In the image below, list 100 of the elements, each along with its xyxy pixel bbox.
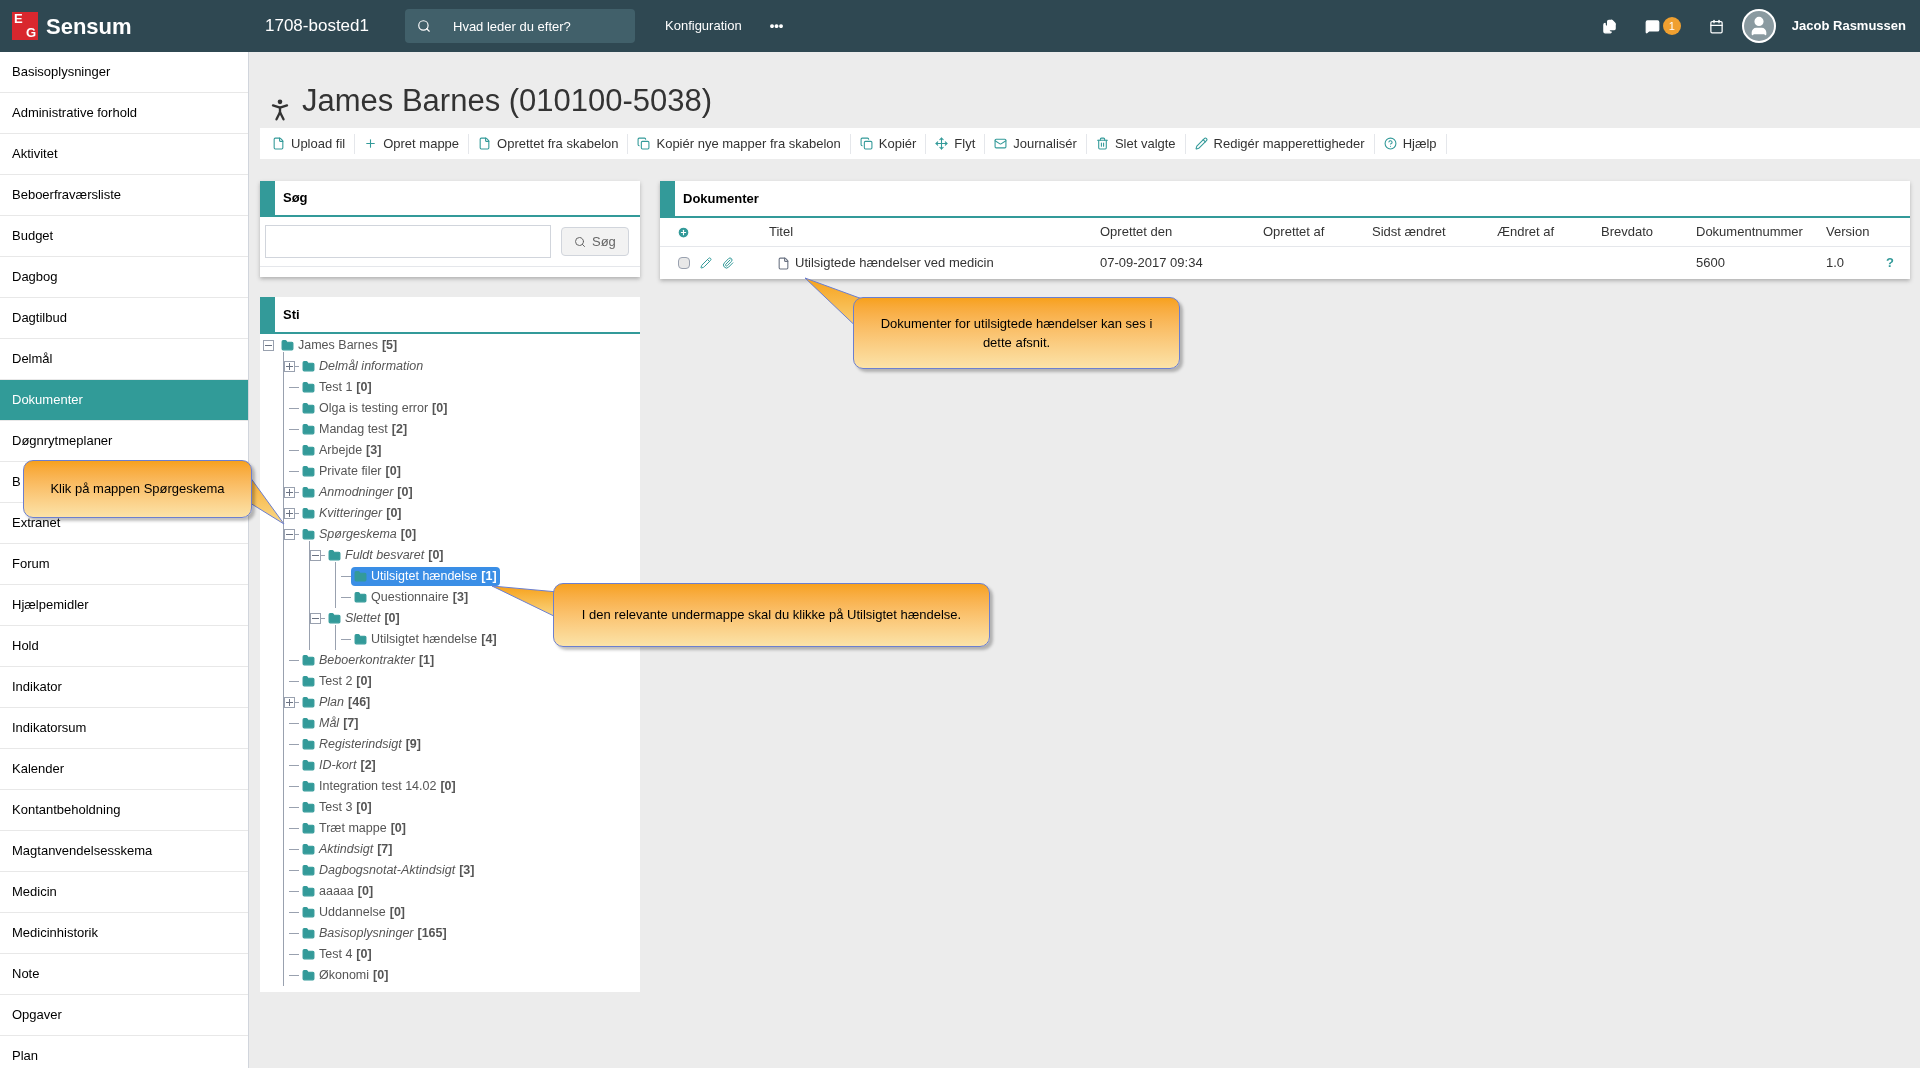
calendar-icon[interactable] [1708,18,1724,34]
tree-item[interactable]: Utilsigtet hændelse [4] [351,630,500,649]
toolbar-button[interactable]: Hjælp [1374,133,1447,154]
toolbar-button[interactable]: Oprettet fra skabelon [469,133,629,154]
panel-title: Søg [283,189,308,208]
column-header[interactable]: Ændret af [1497,222,1601,242]
sidebar-item[interactable]: Medicinhistorik [0,913,248,954]
user-name[interactable]: Jacob Rasmussen [1791,16,1906,36]
tree-item[interactable]: Test 4 [0] [299,945,375,964]
sidebar-item[interactable]: Magtanvendelsesskema [0,831,248,872]
tree-item[interactable]: Test 3 [0] [299,798,375,817]
toolbar-button[interactable]: Kopiér [850,133,927,154]
tree-item[interactable]: Slettet [0] [325,609,403,628]
tree-item[interactable]: Delmål information [299,357,427,376]
more-menu[interactable]: ••• [769,16,784,36]
tree-item[interactable]: Mål [7] [299,714,362,733]
tree-item[interactable]: Aktindsigt [7] [299,840,396,859]
toolbar-button[interactable]: Flyt [926,133,986,154]
avatar[interactable] [1741,9,1776,43]
tree-item[interactable]: Basisoplysninger [165] [299,924,450,943]
menu-link[interactable]: Konfiguration [665,16,742,36]
collapse-icon[interactable] [284,529,295,540]
search-icon [417,19,431,33]
expand-icon[interactable] [284,361,295,372]
document-icon[interactable] [1601,18,1617,34]
expand-icon[interactable] [284,508,295,519]
sidebar-item[interactable]: Aktivitet [0,134,248,175]
toolbar-button[interactable]: Kopiér nye mapper fra skabelon [628,133,851,154]
column-header[interactable]: Dokumentnummer [1696,222,1826,242]
sidebar-item[interactable]: Kalender [0,749,248,790]
folder-icon [302,843,315,856]
column-header[interactable]: Version [1826,222,1910,242]
help-link[interactable]: ? [1886,253,1910,273]
search-field[interactable]: Hvad leder du efter? [405,9,635,43]
sidebar-item[interactable]: Indikator [0,667,248,708]
sidebar-item[interactable]: Indikatorsum [0,708,248,749]
tree-item[interactable]: Fuldt besvaret [0] [325,546,447,565]
chat-icon[interactable] [1644,18,1660,34]
tree-item[interactable]: Træt mappe [0] [299,819,409,838]
tree-item[interactable]: Plan [46] [299,693,374,712]
add-icon[interactable] [677,225,690,239]
sidebar-item[interactable]: Hold [0,626,248,667]
sidebar-item[interactable]: Administrative forhold [0,93,248,134]
tree-item[interactable]: Arbejde [3] [299,441,385,460]
tree-item[interactable]: Integration test 14.02 [0] [299,777,459,796]
tree-item[interactable]: Økonomi [0] [299,966,392,985]
tree-item[interactable]: Uddannelse [0] [299,903,408,922]
sidebar-item[interactable]: Medicin [0,872,248,913]
tree-item[interactable]: Spørgeskema [0] [299,525,420,544]
expand-icon[interactable] [284,487,295,498]
tree-item[interactable]: Test 1 [0] [299,378,375,397]
search-button[interactable]: Søg [561,227,629,256]
tree-item[interactable]: Private filer [0] [299,462,404,481]
tree-item[interactable]: Mandag test [2] [299,420,411,439]
toolbar-button[interactable]: Opret mappe [355,133,470,154]
tree-item[interactable]: Beboerkontrakter [1] [299,651,438,670]
column-header[interactable]: Oprettet den [1100,222,1263,242]
collapse-icon[interactable] [310,550,321,561]
location-label[interactable]: 1708-bosted1 [265,13,405,39]
column-header[interactable]: Titel [769,222,1100,242]
tree-item[interactable]: Questionnaire [3] [351,588,472,607]
collapse-icon[interactable] [263,340,274,351]
sidebar-item[interactable]: Note [0,954,248,995]
tree-item[interactable]: Test 2 [0] [299,672,375,691]
search-input[interactable] [265,225,551,258]
column-header[interactable]: Oprettet af [1263,222,1372,242]
expand-icon[interactable] [284,697,295,708]
toolbar-button[interactable]: Slet valgte [1086,133,1186,154]
paperclip-icon[interactable] [722,257,734,269]
toolbar-button[interactable]: Journalisér [985,133,1087,154]
tree-item[interactable]: Olga is testing error [0] [299,399,451,418]
toolbar-button[interactable]: Upload fil [263,133,356,154]
column-header[interactable]: Sidst ændret [1372,222,1497,242]
sidebar-item[interactable]: Dagbog [0,257,248,298]
tree-item[interactable]: Anmodninger [0] [299,483,416,502]
folder-icon [354,591,367,604]
tree-item[interactable]: Registerindsigt [9] [299,735,424,754]
toolbar-button[interactable]: Redigér mapperettigheder [1185,133,1375,154]
row-checkbox[interactable] [678,257,690,269]
document-link[interactable]: Utilsigtede hændelser ved medicin [795,253,994,273]
sidebar-item[interactable]: Basisoplysninger [0,52,248,93]
folder-icon [302,507,315,520]
column-header[interactable]: Brevdato [1601,222,1696,242]
folder-icon [281,339,294,352]
sidebar-item[interactable]: Opgaver [0,995,248,1036]
sidebar-item[interactable]: Hjælpemidler [0,585,248,626]
pencil-icon[interactable] [700,257,712,269]
sidebar-item[interactable]: Budget [0,216,248,257]
tree-item[interactable]: James Barnes [5] [278,336,401,355]
tree-item[interactable]: Dagbogsnotat-Aktindsigt [3] [299,861,478,880]
sidebar-item[interactable]: Plan [0,1036,248,1068]
sidebar-item[interactable]: Dagtilbud [0,298,248,339]
sidebar-item[interactable]: Kontantbeholdning [0,790,248,831]
folder-icon [302,654,315,667]
tree-item[interactable]: Kvitteringer [0] [299,504,405,523]
sidebar-item[interactable]: Beboerfraværsliste [0,175,248,216]
sidebar-item[interactable]: Forum [0,544,248,585]
tree-item[interactable]: aaaaa [0] [299,882,377,901]
tree-item[interactable]: ID-kort [2] [299,756,379,775]
collapse-icon[interactable] [310,613,321,624]
